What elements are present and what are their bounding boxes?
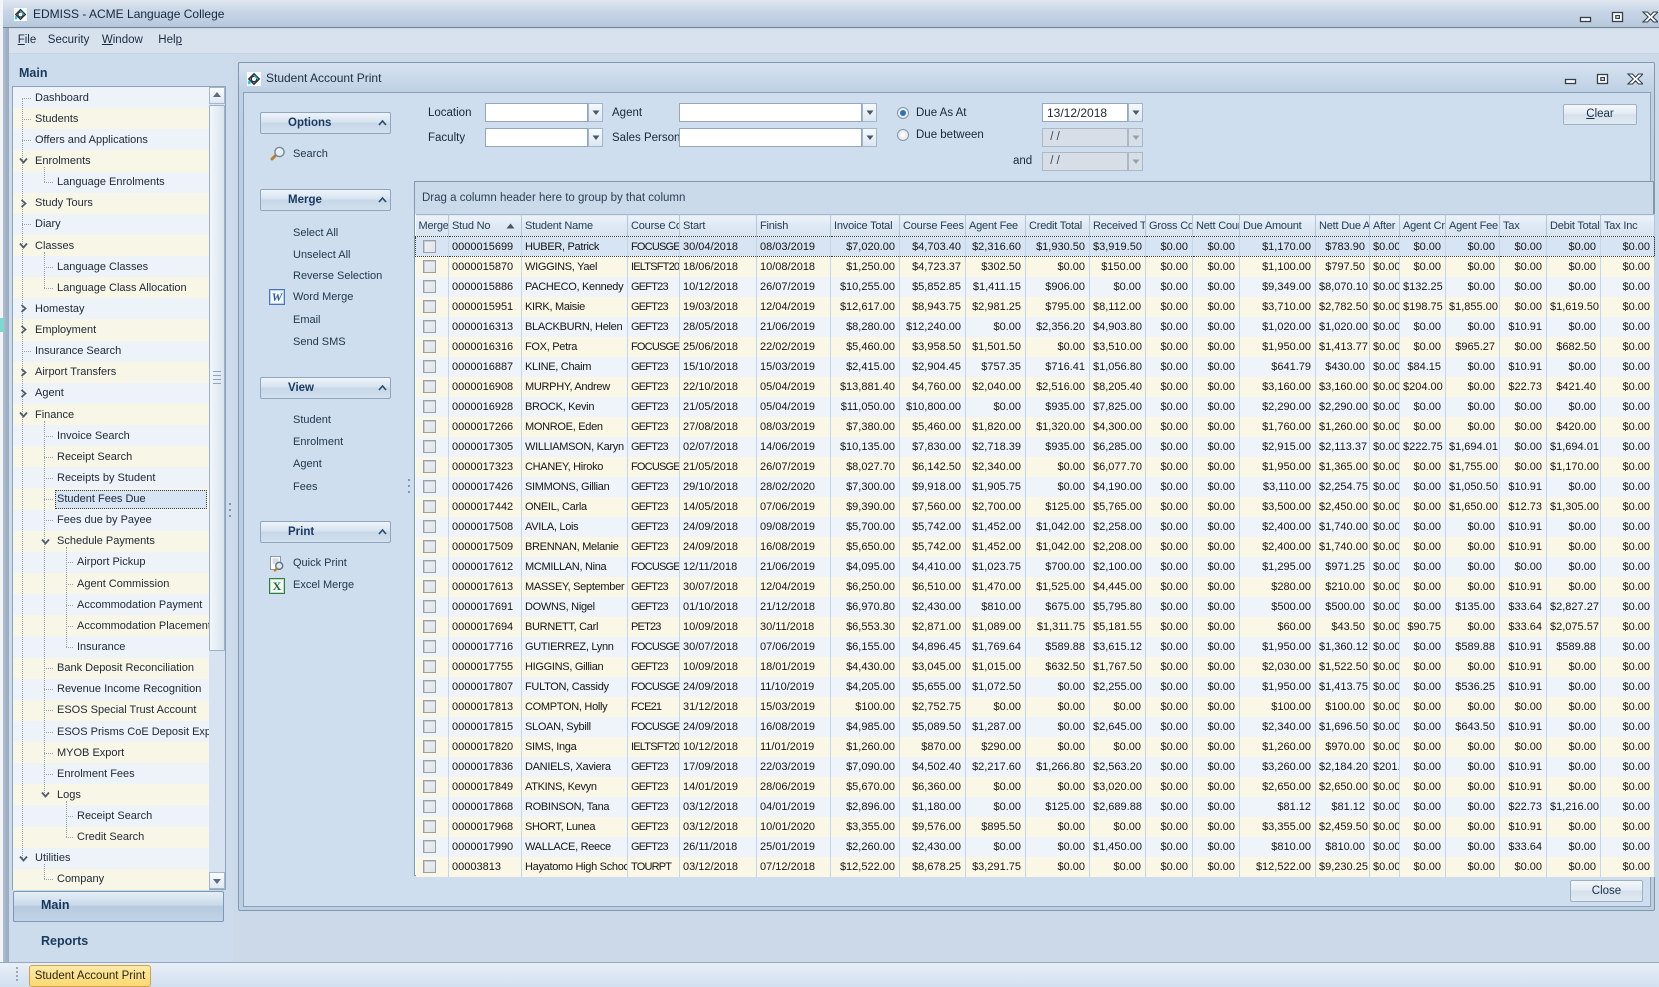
- svg-text:X: X: [273, 579, 282, 593]
- svg-text:W: W: [272, 290, 284, 304]
